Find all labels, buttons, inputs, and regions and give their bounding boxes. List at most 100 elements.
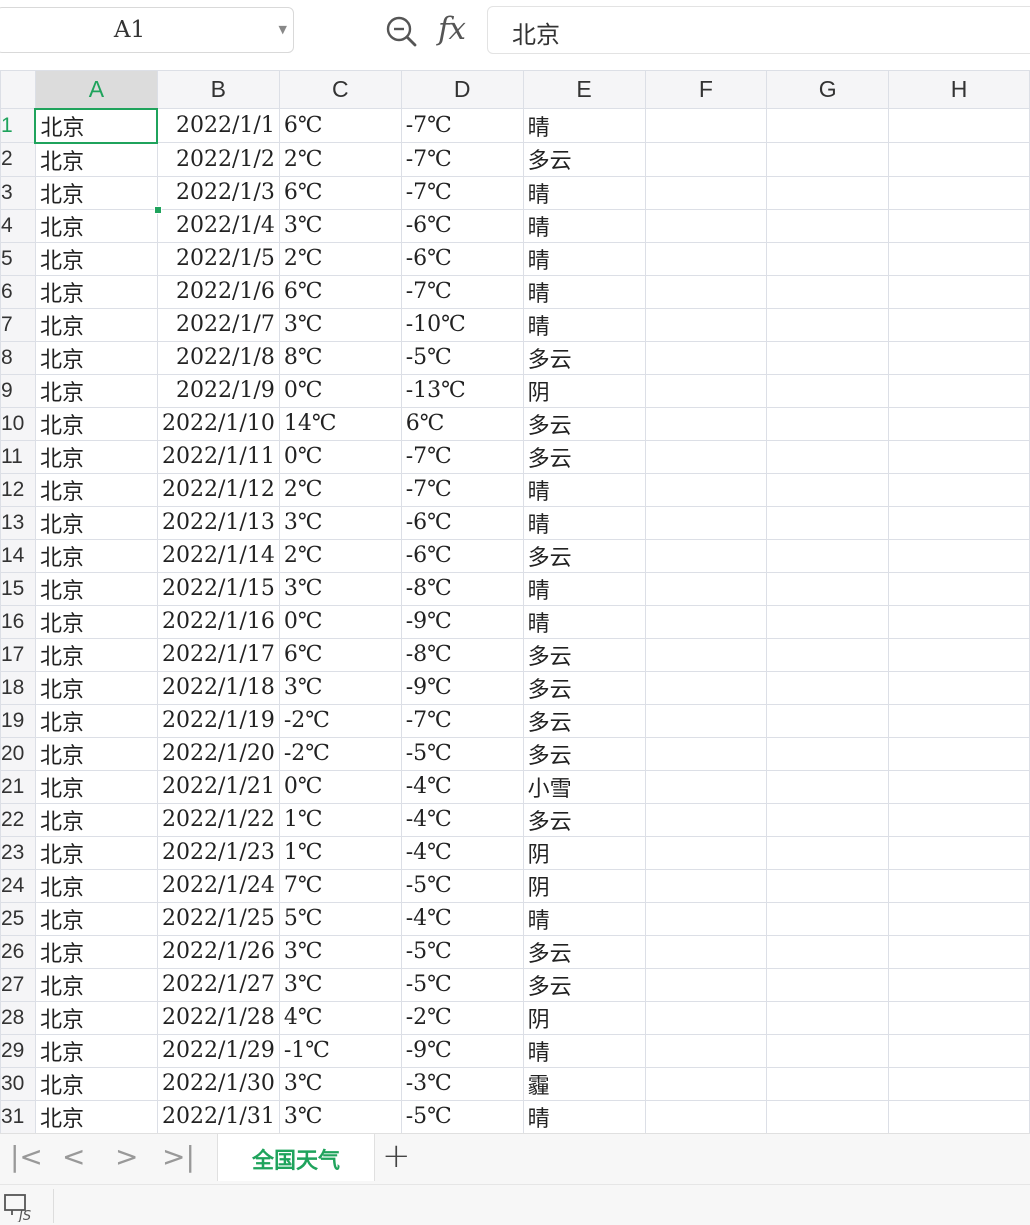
cell-h[interactable]: [888, 1033, 1030, 1068]
cell-e[interactable]: 多云: [522, 802, 646, 837]
cell-d[interactable]: -5℃: [400, 340, 524, 375]
cell-e[interactable]: 小雪: [522, 769, 646, 804]
cell-f[interactable]: [644, 571, 768, 606]
sheet-tab-active[interactable]: 全国天气: [217, 1134, 375, 1181]
cell-b[interactable]: 2022/1/3: [156, 175, 280, 210]
cell-d[interactable]: -6℃: [400, 241, 524, 276]
cell-a[interactable]: 北京: [34, 571, 158, 606]
name-box[interactable]: A1 ▼: [0, 7, 294, 53]
cell-e[interactable]: 多云: [522, 934, 646, 969]
cell-h[interactable]: [888, 538, 1030, 573]
cell-a[interactable]: 北京: [34, 934, 158, 969]
cell-d[interactable]: 6℃: [400, 406, 524, 441]
row-header[interactable]: 25: [0, 901, 36, 936]
cell-a[interactable]: 北京: [34, 802, 158, 837]
cell-g[interactable]: [766, 175, 890, 210]
cell-e[interactable]: 霾: [522, 1066, 646, 1101]
cell-b[interactable]: 2022/1/22: [156, 802, 280, 837]
cell-a[interactable]: 北京: [34, 1033, 158, 1068]
cell-g[interactable]: [766, 736, 890, 771]
cell-b[interactable]: 2022/1/29: [156, 1033, 280, 1068]
row-header[interactable]: 16: [0, 604, 36, 639]
cell-g[interactable]: [766, 604, 890, 639]
cell-a[interactable]: 北京: [34, 142, 158, 177]
cell-f[interactable]: [644, 142, 768, 177]
cell-a[interactable]: 北京: [34, 107, 159, 144]
cell-a[interactable]: 北京: [34, 703, 158, 738]
cell-a[interactable]: 北京: [34, 835, 158, 870]
cell-b[interactable]: 2022/1/24: [156, 868, 280, 903]
cell-f[interactable]: [644, 307, 768, 342]
cell-g[interactable]: [766, 835, 890, 870]
cell-f[interactable]: [644, 769, 768, 804]
cell-a[interactable]: 北京: [34, 307, 158, 342]
cell-f[interactable]: [644, 472, 768, 507]
cell-g[interactable]: [766, 670, 890, 705]
row-header[interactable]: 5: [0, 241, 36, 276]
row-header[interactable]: 24: [0, 868, 36, 903]
cell-d[interactable]: -7℃: [400, 142, 524, 177]
cell-h[interactable]: [888, 505, 1030, 540]
row-header[interactable]: 7: [0, 307, 36, 342]
cell-e[interactable]: 晴: [522, 1033, 646, 1068]
macro-js-icon[interactable]: JS: [2, 1192, 36, 1222]
cell-b[interactable]: 2022/1/31: [156, 1099, 280, 1133]
cell-f[interactable]: [644, 868, 768, 903]
cell-c[interactable]: -2℃: [278, 703, 402, 738]
cell-a[interactable]: 北京: [34, 1000, 158, 1035]
cell-g[interactable]: [766, 934, 890, 969]
cell-b[interactable]: 2022/1/23: [156, 835, 280, 870]
cell-d[interactable]: -5℃: [400, 934, 524, 969]
cell-f[interactable]: [644, 670, 768, 705]
cell-f[interactable]: [644, 703, 768, 738]
cell-e[interactable]: 多云: [522, 439, 646, 474]
cell-h[interactable]: [888, 835, 1030, 870]
cell-a[interactable]: 北京: [34, 208, 158, 243]
cell-c[interactable]: -1℃: [278, 1033, 402, 1068]
cell-e[interactable]: 多云: [522, 670, 646, 705]
cell-c[interactable]: 6℃: [278, 175, 402, 210]
row-header[interactable]: 22: [0, 802, 36, 837]
cell-f[interactable]: [644, 340, 768, 375]
cell-b[interactable]: 2022/1/12: [156, 472, 280, 507]
cell-g[interactable]: [766, 406, 890, 441]
cell-a[interactable]: 北京: [34, 736, 158, 771]
cell-b[interactable]: 2022/1/9: [156, 373, 280, 408]
cell-a[interactable]: 北京: [34, 505, 158, 540]
cell-h[interactable]: [888, 637, 1030, 672]
row-header[interactable]: 15: [0, 571, 36, 606]
row-header[interactable]: 1: [0, 108, 36, 143]
row-header[interactable]: 26: [0, 934, 36, 969]
cell-d[interactable]: -7℃: [400, 274, 524, 309]
row-header[interactable]: 2: [0, 142, 36, 177]
cell-b[interactable]: 2022/1/6: [156, 274, 280, 309]
cell-b[interactable]: 2022/1/25: [156, 901, 280, 936]
cell-d[interactable]: -4℃: [400, 769, 524, 804]
cell-b[interactable]: 2022/1/14: [156, 538, 280, 573]
cell-a[interactable]: 北京: [34, 274, 158, 309]
cell-f[interactable]: [644, 802, 768, 837]
cell-e[interactable]: 多云: [522, 703, 646, 738]
cell-c[interactable]: 2℃: [278, 142, 402, 177]
cell-g[interactable]: [766, 868, 890, 903]
cell-g[interactable]: [766, 274, 890, 309]
cell-h[interactable]: [888, 175, 1030, 210]
cell-d[interactable]: -6℃: [400, 208, 524, 243]
cell-g[interactable]: [766, 802, 890, 837]
column-header-b[interactable]: B: [156, 70, 280, 109]
formula-input[interactable]: 北京: [487, 6, 1030, 54]
cell-d[interactable]: -7℃: [400, 175, 524, 210]
cell-e[interactable]: 阴: [522, 1000, 646, 1035]
cell-g[interactable]: [766, 967, 890, 1002]
cell-h[interactable]: [888, 108, 1030, 143]
select-all-corner[interactable]: [0, 70, 36, 109]
cell-f[interactable]: [644, 175, 768, 210]
cell-b[interactable]: 2022/1/20: [156, 736, 280, 771]
cell-d[interactable]: -4℃: [400, 802, 524, 837]
cell-d[interactable]: -5℃: [400, 1099, 524, 1133]
cell-e[interactable]: 晴: [522, 175, 646, 210]
row-header[interactable]: 10: [0, 406, 36, 441]
cell-h[interactable]: [888, 241, 1030, 276]
cell-h[interactable]: [888, 604, 1030, 639]
cell-e[interactable]: 晴: [522, 1099, 646, 1133]
